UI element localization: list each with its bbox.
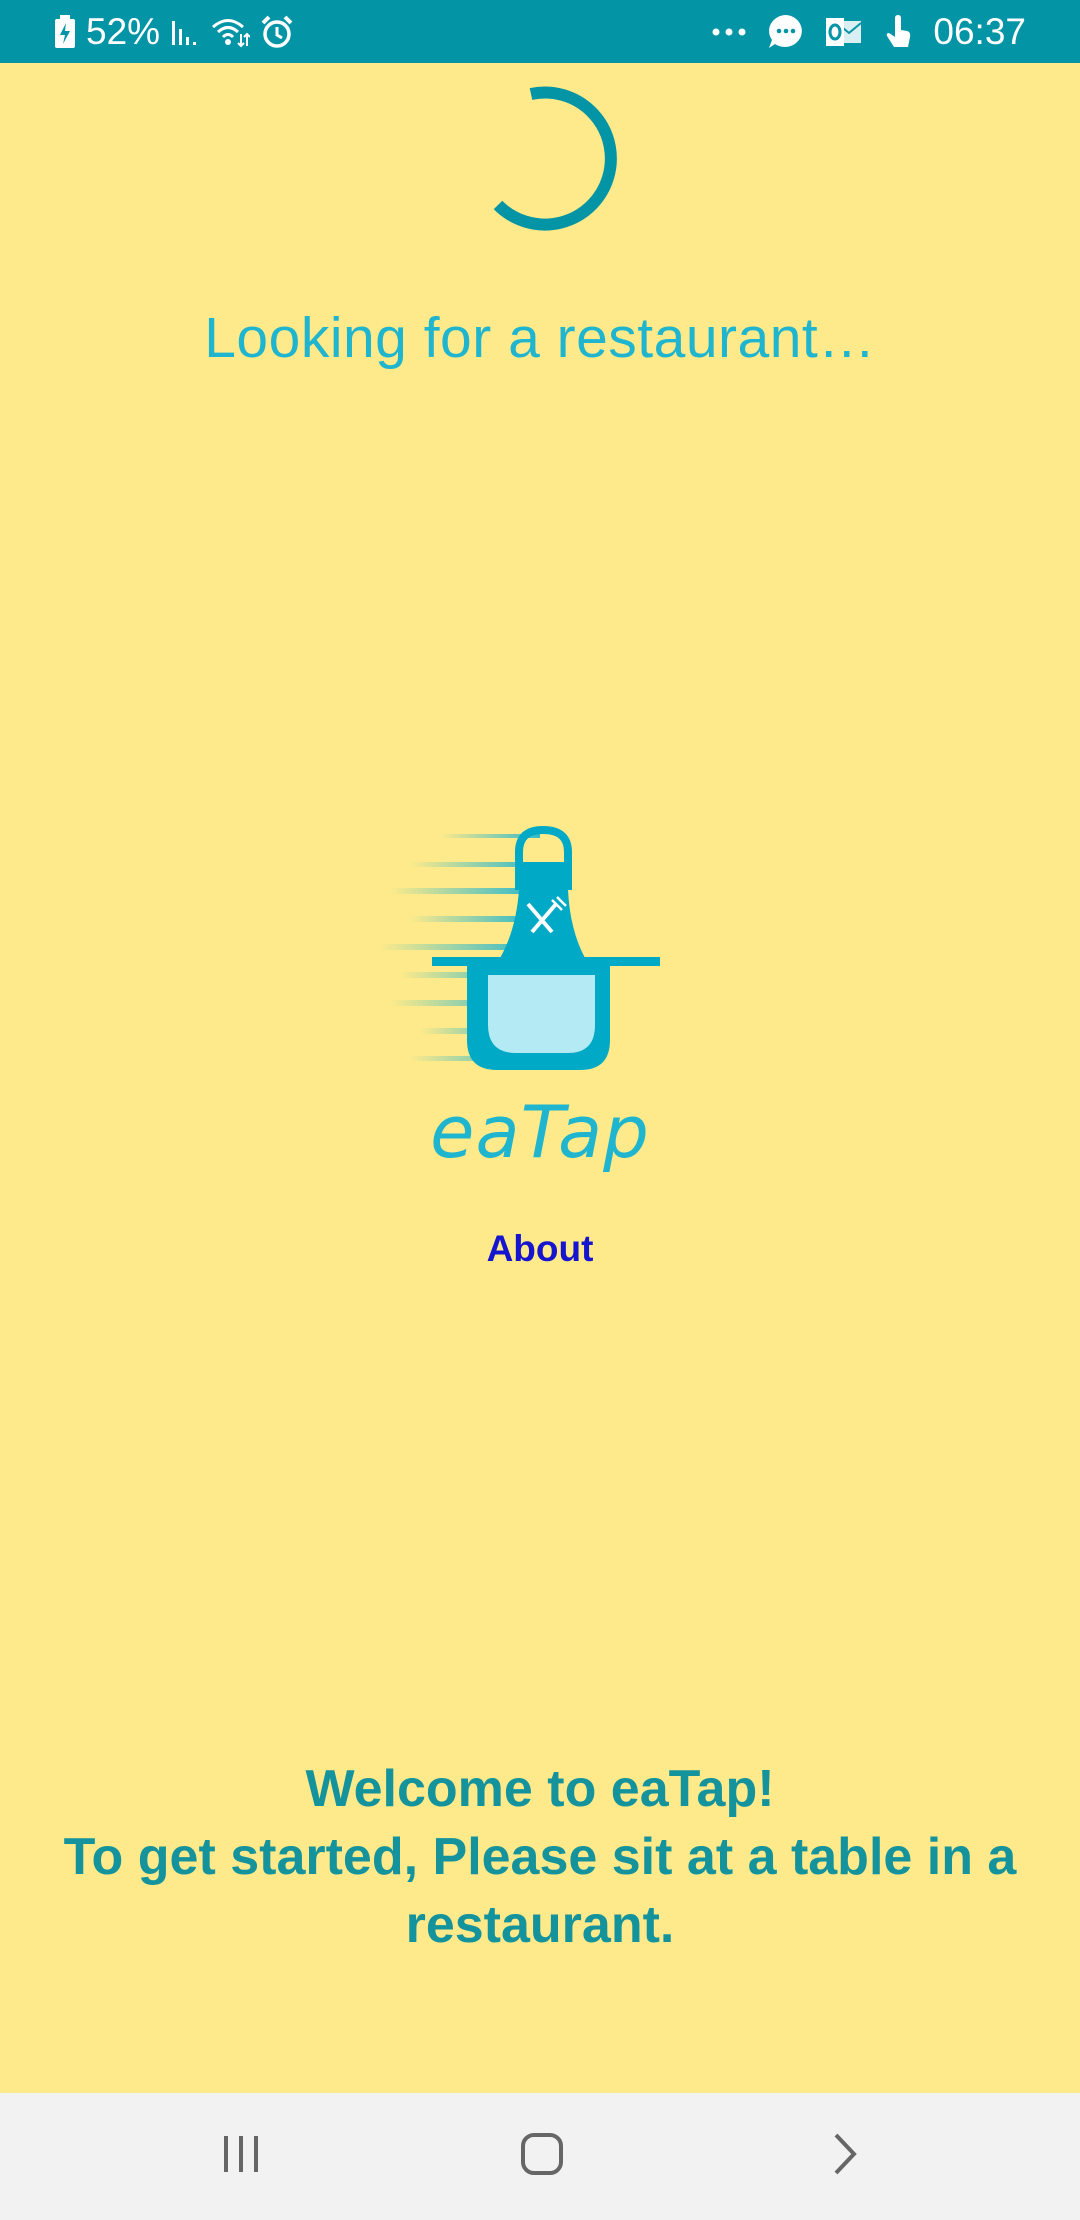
battery-percent: 52% [86,10,161,52]
loading-status-text: Looking for a restaurant… [204,306,876,370]
outlook-icon [825,15,863,49]
welcome-line-1: Welcome to eaTap! [305,1760,775,1818]
recent-apps-button[interactable] [161,2093,321,2220]
wifi-icon [210,16,251,48]
system-nav-bar [0,2093,1080,2220]
app-logo [380,820,680,1100]
home-button[interactable] [462,2093,622,2220]
more-dots-icon [711,27,747,37]
home-icon [519,2131,565,2182]
status-bar: 52% 06:37 [0,0,1080,63]
signal-icon [170,17,200,47]
back-icon [830,2131,860,2182]
about-link[interactable]: About [0,1228,1080,1270]
alarm-icon [260,15,294,49]
welcome-line-2: To get started, Please sit at a table in… [63,1828,1031,1954]
touch-icon [883,14,913,50]
welcome-message: Welcome to eaTap! To get started, Please… [60,1755,1020,1959]
status-right-group: 06:37 [711,0,1026,63]
recent-apps-icon [220,2134,262,2179]
brand-name: eaTap [430,1090,650,1174]
clock-time: 06:37 [933,10,1026,52]
loading-spinner [460,72,640,252]
apron-fork-knife-icon [380,825,660,1070]
status-left-group: 52% [54,0,294,63]
back-button[interactable] [765,2093,925,2220]
chat-bubble-icon [767,13,805,51]
battery-charging-icon [54,14,76,49]
